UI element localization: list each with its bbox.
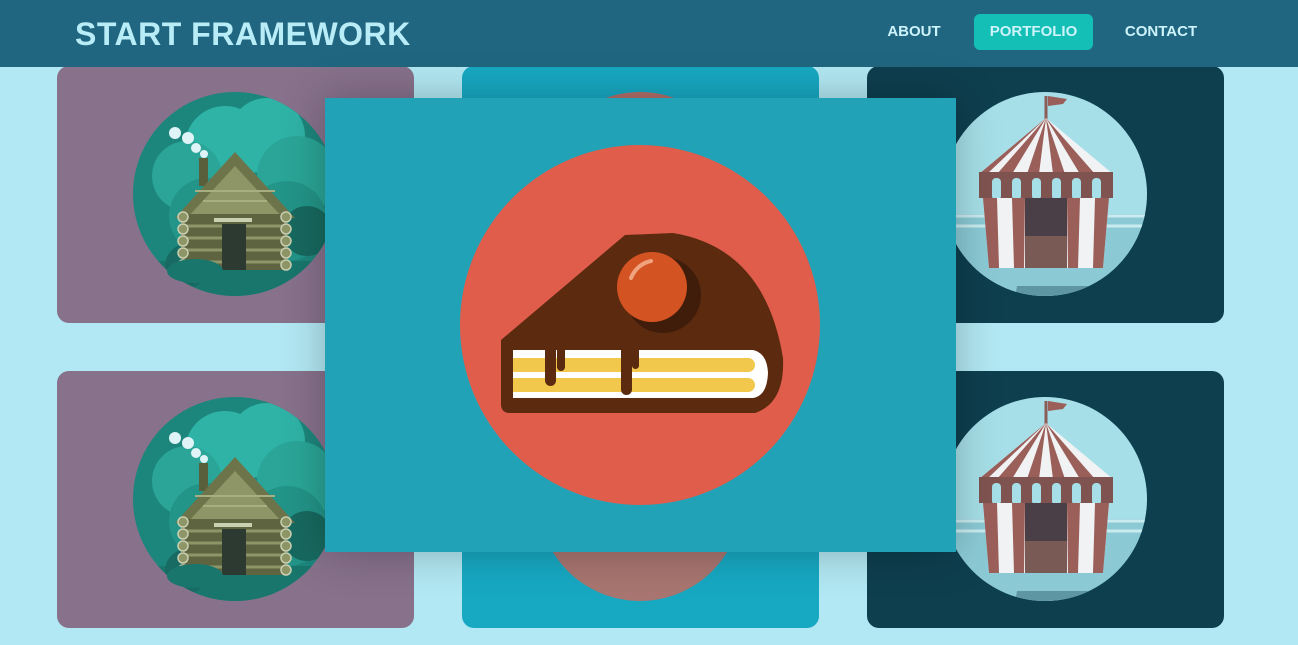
nav-link-portfolio[interactable]: PORTFOLIO	[974, 14, 1093, 50]
navbar: START FRAMEWORK ABOUT PORTFOLIO CONTACT	[0, 0, 1298, 67]
nav-link-about[interactable]: ABOUT	[872, 14, 956, 50]
nav-link-contact[interactable]: CONTACT	[1111, 14, 1211, 50]
lightbox-modal[interactable]	[325, 98, 956, 552]
cake-icon	[460, 145, 820, 505]
brand-title[interactable]: START FRAMEWORK	[75, 14, 411, 54]
